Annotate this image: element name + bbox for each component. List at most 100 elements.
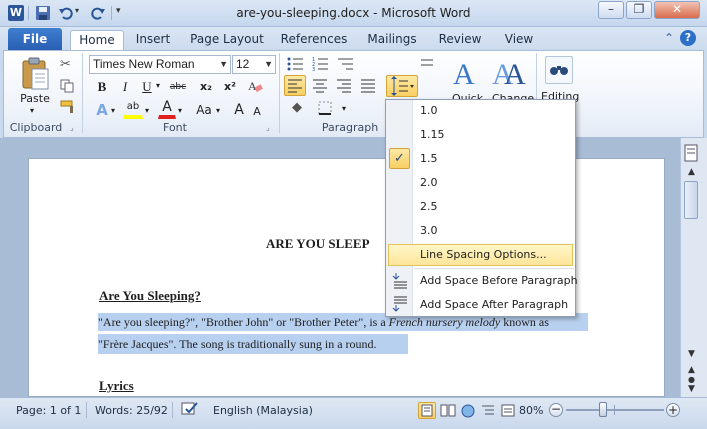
- clear-formatting-icon[interactable]: A: [247, 78, 263, 94]
- menu-item-spacing-3-0[interactable]: 3.0: [420, 221, 438, 241]
- zoom-level[interactable]: 80%: [519, 404, 543, 418]
- minimize-button[interactable]: –: [598, 1, 624, 19]
- font-name-combo[interactable]: Times New Roman ▼: [89, 55, 231, 74]
- tab-file[interactable]: File: [8, 28, 62, 50]
- align-center-icon[interactable]: [311, 78, 329, 97]
- scroll-up-icon[interactable]: ▲: [684, 164, 699, 180]
- ruler-toggle-icon[interactable]: [683, 143, 701, 165]
- paste-button[interactable]: Paste: [14, 92, 56, 105]
- undo-dropdown-icon[interactable]: ▾: [75, 6, 79, 15]
- tab-page-layout[interactable]: Page Layout: [188, 30, 266, 51]
- scroll-down-icon[interactable]: ▼: [684, 346, 699, 362]
- quick-styles-icon[interactable]: A: [451, 54, 483, 91]
- next-page-icon[interactable]: ▼: [684, 381, 699, 397]
- scroll-thumb[interactable]: [684, 181, 698, 219]
- undo-icon[interactable]: [58, 5, 74, 21]
- tab-view[interactable]: View: [498, 30, 540, 51]
- text-effects-dropdown-icon[interactable]: ▾: [111, 106, 115, 115]
- print-layout-view-icon[interactable]: [418, 402, 436, 419]
- find-binoculars-icon[interactable]: [545, 56, 573, 84]
- chevron-down-icon: ▼: [264, 59, 273, 69]
- menu-item-spacing-2-5[interactable]: 2.5: [420, 197, 438, 217]
- paste-dropdown-icon[interactable]: ▾: [30, 106, 34, 115]
- outline-view-icon[interactable]: [480, 403, 496, 421]
- menu-item-spacing-1-5[interactable]: 1.5: [420, 149, 438, 169]
- zoom-out-button[interactable]: −: [549, 403, 563, 417]
- borders-dropdown-icon[interactable]: ▾: [342, 104, 346, 113]
- superscript-button[interactable]: x²: [220, 76, 240, 96]
- menu-item-add-space-before[interactable]: Add Space Before Paragraph: [420, 271, 578, 291]
- italic-button[interactable]: I: [117, 76, 133, 96]
- menu-item-spacing-1-0[interactable]: 1.0: [420, 101, 438, 121]
- menu-item-add-space-after[interactable]: Add Space After Paragraph: [420, 295, 568, 315]
- svg-text:A: A: [453, 58, 475, 88]
- change-case-button[interactable]: Aa: [192, 99, 216, 119]
- subscript-button[interactable]: x₂: [196, 76, 216, 96]
- align-right-icon[interactable]: [335, 78, 353, 97]
- web-layout-icon[interactable]: [460, 403, 476, 421]
- highlight-button[interactable]: ab: [123, 99, 143, 119]
- zoom-slider-track[interactable]: [566, 409, 664, 411]
- bold-button[interactable]: B: [93, 76, 111, 96]
- align-left-button[interactable]: [284, 75, 306, 96]
- bullets-icon[interactable]: [287, 56, 305, 75]
- grow-font-button[interactable]: A: [232, 99, 246, 119]
- help-icon[interactable]: ?: [680, 30, 696, 46]
- tab-references[interactable]: References: [278, 30, 350, 51]
- font-color-dropdown-icon[interactable]: ▾: [178, 106, 182, 115]
- close-button[interactable]: ✕: [654, 1, 700, 19]
- paragraph-italic-text: French nursery melody: [388, 315, 501, 329]
- font-size-combo[interactable]: 12 ▼: [232, 55, 276, 74]
- cut-icon[interactable]: ✂: [60, 57, 71, 72]
- restore-button[interactable]: ❐: [626, 1, 652, 19]
- text-effects-button[interactable]: A: [93, 99, 111, 119]
- selected-paragraph-line-2[interactable]: "Frère Jacques". The song is traditional…: [98, 334, 408, 354]
- zoom-slider-thumb[interactable]: [599, 402, 607, 417]
- line-spacing-button[interactable]: [386, 75, 418, 97]
- word-count-status[interactable]: Words: 25/92: [95, 404, 168, 418]
- page-count-status[interactable]: Page: 1 of 1: [16, 404, 81, 418]
- numbering-icon[interactable]: 123: [312, 56, 330, 75]
- qat-divider: [111, 6, 112, 20]
- full-screen-reading-icon[interactable]: [440, 403, 456, 421]
- change-case-dropdown-icon[interactable]: ▾: [216, 106, 220, 115]
- multilevel-list-icon[interactable]: [337, 56, 355, 75]
- change-styles-icon[interactable]: AA: [492, 54, 528, 91]
- group-separator: [279, 53, 280, 133]
- highlight-dropdown-icon[interactable]: ▾: [145, 106, 149, 115]
- language-status[interactable]: English (Malaysia): [213, 404, 313, 418]
- format-painter-icon[interactable]: [60, 100, 76, 117]
- lyrics-heading: Lyrics: [99, 378, 134, 393]
- customize-qat-icon[interactable]: ▾: [116, 6, 121, 16]
- draft-view-icon[interactable]: [500, 403, 516, 421]
- tab-home[interactable]: Home: [70, 30, 124, 51]
- proofing-icon[interactable]: [180, 401, 200, 420]
- space-after-icon: [391, 295, 409, 316]
- align-left-icon: [288, 79, 302, 93]
- minimize-ribbon-icon[interactable]: ⌃: [664, 31, 674, 45]
- underline-dropdown-icon[interactable]: ▾: [156, 81, 160, 90]
- zoom-in-button[interactable]: +: [666, 403, 680, 417]
- shading-icon[interactable]: ◆: [292, 100, 302, 115]
- redo-icon[interactable]: [90, 5, 106, 21]
- tab-mailings[interactable]: Mailings: [362, 30, 422, 51]
- copy-icon[interactable]: [60, 79, 74, 96]
- strikethrough-button[interactable]: abc: [166, 76, 190, 96]
- group-separator: [82, 53, 83, 133]
- underline-button[interactable]: U: [139, 76, 155, 96]
- font-launcher-icon[interactable]: ⌟: [266, 123, 270, 132]
- show-hide-marks-icon[interactable]: [419, 57, 435, 76]
- shrink-font-button[interactable]: A: [251, 101, 263, 121]
- save-icon[interactable]: [35, 5, 51, 21]
- font-color-button[interactable]: A: [158, 99, 176, 119]
- tab-insert[interactable]: Insert: [130, 30, 176, 51]
- justify-icon[interactable]: [359, 78, 377, 97]
- document-heading: ARE YOU SLEEP: [266, 236, 370, 251]
- menu-item-spacing-2-0[interactable]: 2.0: [420, 173, 438, 193]
- word-app-icon[interactable]: W: [8, 5, 24, 21]
- clipboard-launcher-icon[interactable]: ⌟: [70, 123, 74, 132]
- borders-icon[interactable]: [317, 100, 333, 119]
- paste-icon[interactable]: [20, 57, 52, 91]
- menu-item-spacing-1-15[interactable]: 1.15: [420, 125, 445, 145]
- tab-review[interactable]: Review: [434, 30, 486, 51]
